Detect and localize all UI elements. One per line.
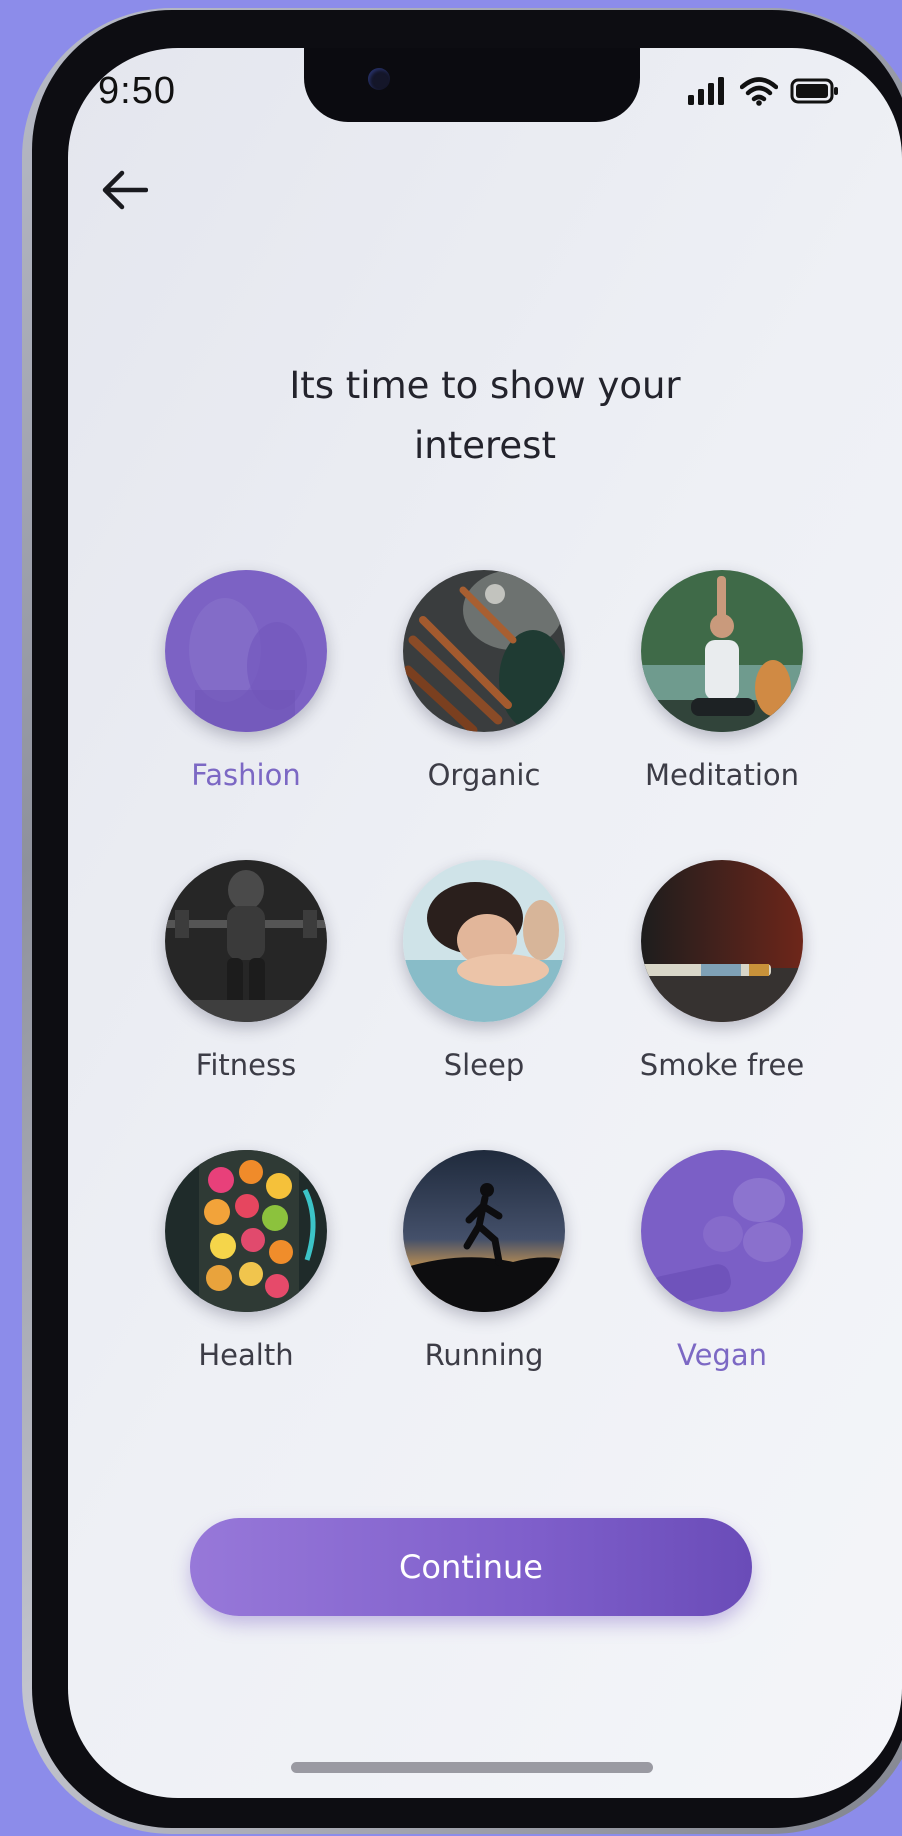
- continue-button[interactable]: Continue: [190, 1518, 752, 1616]
- interest-label: Meditation: [644, 758, 800, 792]
- interest-image-fashion: [165, 570, 327, 732]
- status-icons: [688, 76, 840, 110]
- interest-image-sleep: [403, 860, 565, 1022]
- interest-health[interactable]: Health: [151, 1150, 341, 1372]
- page-title: Its time to show your interest: [185, 356, 785, 476]
- interest-label: Organic: [427, 758, 541, 792]
- interest-fitness[interactable]: Fitness: [151, 860, 341, 1082]
- interest-label: Running: [424, 1338, 544, 1372]
- interest-image-meditation: [641, 570, 803, 732]
- interest-label: Health: [198, 1338, 294, 1372]
- interest-organic[interactable]: Organic: [389, 570, 579, 792]
- interest-image-organic: [403, 570, 565, 732]
- interest-label: Fitness: [195, 1048, 297, 1082]
- interest-image-vegan: [641, 1150, 803, 1312]
- interest-smoke-free[interactable]: Smoke free: [627, 860, 817, 1082]
- interest-label: Smoke free: [639, 1048, 805, 1082]
- interest-sleep[interactable]: Sleep: [389, 860, 579, 1082]
- interest-image-health: [165, 1150, 327, 1312]
- interest-image-smoke-free: [641, 860, 803, 1022]
- arrow-left-icon: [100, 169, 149, 215]
- notch: [304, 48, 640, 122]
- home-indicator[interactable]: [291, 1762, 653, 1773]
- battery-icon: [790, 78, 840, 108]
- interest-image-running: [403, 1150, 565, 1312]
- interest-meditation[interactable]: Meditation: [627, 570, 817, 792]
- interest-fashion[interactable]: Fashion: [151, 570, 341, 792]
- interest-vegan[interactable]: Vegan: [627, 1150, 817, 1372]
- app-screen: 9:50 Its time to show your interest Fash…: [68, 48, 902, 1798]
- title-line-1: Its time to show your: [289, 364, 681, 407]
- interest-image-fitness: [165, 860, 327, 1022]
- status-time: 9:50: [98, 70, 176, 112]
- interest-label: Vegan: [677, 1338, 767, 1372]
- title-line-2: interest: [414, 424, 556, 467]
- wifi-icon: [739, 76, 779, 110]
- signal-icon: [688, 77, 728, 109]
- interest-label: Fashion: [191, 758, 301, 792]
- interest-label: Sleep: [443, 1048, 525, 1082]
- back-button[interactable]: [96, 164, 152, 220]
- interest-running[interactable]: Running: [389, 1150, 579, 1372]
- front-camera: [368, 68, 390, 90]
